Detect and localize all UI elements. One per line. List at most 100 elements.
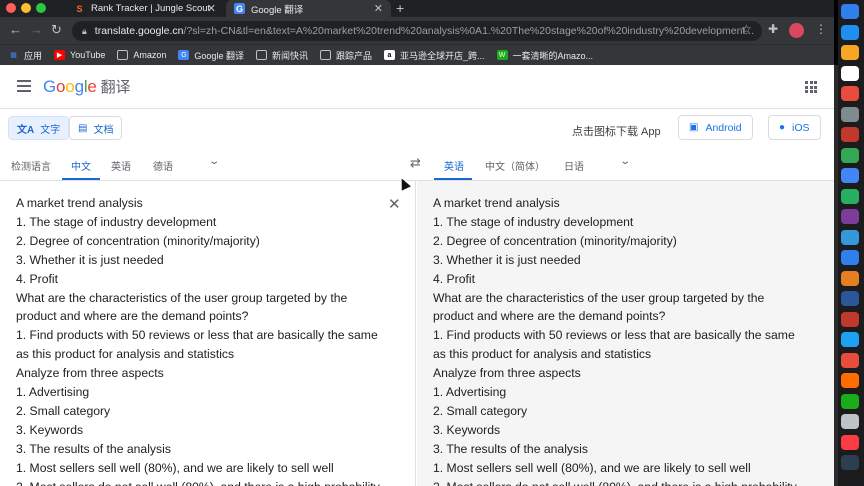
dock-app-icon[interactable] xyxy=(841,4,859,19)
source-text-panel[interactable]: A market trend analysis 1. The stage of i… xyxy=(0,181,416,486)
source-line: 2. Small category xyxy=(16,403,111,418)
dock-app-icon[interactable] xyxy=(841,373,859,388)
translate-icon: 文A xyxy=(17,124,35,136)
google-translate-logo[interactable]: Google 翻译 xyxy=(43,76,130,97)
apps-icon: ▦ xyxy=(10,52,17,59)
source-line: 3. Whether it is just needed xyxy=(16,252,164,267)
translation-line: 4. Profit xyxy=(433,271,475,286)
mode-bar: 文A 文字 ▤ 文档 点击图标下载 App ▣ Android ● iOS xyxy=(0,109,834,149)
target-more-languages-chevron-icon[interactable]: ⌄ xyxy=(619,156,631,167)
bookmark-star-icon[interactable]: ☆ xyxy=(741,22,752,36)
dock-app-icon[interactable] xyxy=(841,147,859,163)
bookmark-google-translate[interactable]: G Google 翻译 xyxy=(178,49,244,62)
source-lang-detect[interactable]: 检测语言 xyxy=(11,158,51,173)
url-path: /?sl=zh-CN&tl=en&text=A%20market%20trend… xyxy=(183,25,755,37)
dock-app-icon[interactable] xyxy=(841,291,859,306)
forward-arrow-icon[interactable]: → xyxy=(30,22,43,38)
clear-source-text-icon[interactable]: ✕ xyxy=(388,195,401,213)
reload-icon[interactable]: ↻ xyxy=(51,22,62,38)
ios-app-button[interactable]: ● iOS xyxy=(768,115,821,140)
dock-app-icon[interactable] xyxy=(841,311,859,327)
chrome-menu-icon[interactable]: ⋮ xyxy=(815,22,827,36)
target-lang-chinese-simplified[interactable]: 中文（简体） xyxy=(485,158,545,173)
document-mode-button[interactable]: ▤ 文档 xyxy=(69,116,123,140)
dock-app-icon[interactable] xyxy=(841,352,859,368)
google-logo-word: Google xyxy=(43,77,97,96)
translation-line: 2. Small category xyxy=(433,403,528,418)
translation-output-panel: A market trend analysis 1. The stage of i… xyxy=(417,181,834,486)
dock-app-icon[interactable] xyxy=(841,45,859,60)
address-bar[interactable]: 🔒︎ translate.google.cn /?sl=zh-CN&tl=en&… xyxy=(72,21,762,41)
translation-line: A market trend analysis xyxy=(433,196,560,210)
profile-avatar[interactable] xyxy=(789,23,804,38)
translation-line: 2. Most sellers do not sell well (80%), … xyxy=(433,478,805,486)
dock-app-icon[interactable] xyxy=(841,393,859,409)
source-line: 3. Keywords xyxy=(16,422,84,437)
bookmark-apps[interactable]: ▦ 应用 xyxy=(8,49,42,62)
bookmark-news-folder[interactable]: 新闻快讯 xyxy=(255,49,308,62)
dock-app-icon[interactable] xyxy=(841,270,859,286)
dock-app-icon[interactable] xyxy=(841,65,859,81)
google-translate-page: Google 翻译 文A 文字 ▤ 文档 点击图标下载 App ▣ Android… xyxy=(0,65,834,486)
target-lang-english[interactable]: 英语 xyxy=(444,158,464,173)
translation-line: 1. Most sellers sell well (80%), and we … xyxy=(433,460,751,475)
tab-rank-tracker[interactable]: S Rank Tracker | Jungle Scout ✕ xyxy=(66,0,224,17)
source-more-languages-chevron-icon[interactable]: ⌄ xyxy=(208,156,220,167)
amazon-icon: a xyxy=(383,50,395,60)
target-lang-japanese[interactable]: 日语 xyxy=(564,158,584,173)
dock-app-icon[interactable] xyxy=(841,188,859,204)
translation-line: 1. The stage of industry development xyxy=(433,214,634,229)
tab-google-translate[interactable]: G Google 翻译 ✕ xyxy=(226,0,391,17)
source-line: 4. Profit xyxy=(16,271,58,286)
source-line: 2. Most sellers do not sell well (80%), … xyxy=(16,478,386,486)
extensions-puzzle-icon[interactable]: ✚ xyxy=(768,22,778,36)
google-apps-icon[interactable] xyxy=(805,81,817,93)
document-icon: ▤ xyxy=(78,122,88,134)
swap-languages-icon[interactable]: ⇄ xyxy=(410,155,421,171)
google-translate-icon: G xyxy=(178,50,190,60)
source-line: A market trend analysis xyxy=(16,196,143,210)
tab-title: Google 翻译 xyxy=(251,4,304,16)
bookmark-tracking-folder[interactable]: 跟踪产品 xyxy=(319,49,372,62)
language-bar: 检测语言 中文 英语 德语 ⌄ ⇄ 英语 中文（简体） 日语 ⌄ xyxy=(0,149,834,181)
back-arrow-icon[interactable]: ← xyxy=(9,22,22,38)
source-lang-chinese[interactable]: 中文 xyxy=(71,158,91,173)
dock-app-icon[interactable] xyxy=(841,168,859,183)
source-lang-german[interactable]: 德语 xyxy=(153,158,173,173)
translation-line: product and where are the demand points? xyxy=(433,309,666,324)
logo-suffix: 翻译 xyxy=(100,79,131,96)
dock-app-icon[interactable] xyxy=(841,434,859,450)
apple-icon: ● xyxy=(779,122,786,133)
bookmark-amazon-guide[interactable]: W 一套清晰的Amazo... xyxy=(496,49,593,62)
translation-line: What are the characteristics of the user… xyxy=(433,290,765,305)
dock-app-icon[interactable] xyxy=(841,209,859,224)
dock-app-icon[interactable] xyxy=(841,106,859,122)
dock-app-icon[interactable] xyxy=(841,24,859,40)
new-tab-button[interactable]: + xyxy=(396,0,404,16)
source-lang-english[interactable]: 英语 xyxy=(111,158,131,173)
bookmark-youtube[interactable]: ▶ YouTube xyxy=(54,50,105,60)
dock-app-icon[interactable] xyxy=(841,414,859,429)
android-app-button[interactable]: ▣ Android xyxy=(678,115,753,140)
source-line: 1. The stage of industry development xyxy=(16,214,217,229)
dock-app-icon[interactable] xyxy=(841,229,859,245)
site-header: Google 翻译 xyxy=(0,65,834,109)
bookmark-amazon-folder[interactable]: Amazon xyxy=(117,50,166,60)
window-zoom-button[interactable] xyxy=(36,3,46,13)
dock-app-icon[interactable] xyxy=(841,455,859,470)
window-close-button[interactable] xyxy=(6,3,16,13)
dock-app-icon[interactable] xyxy=(841,332,859,347)
bookmark-amazon-global[interactable]: a 亚马逊全球开店_跨... xyxy=(383,49,485,62)
dock-app-icon[interactable] xyxy=(841,86,859,101)
main-menu-icon[interactable] xyxy=(17,80,31,92)
text-mode-button[interactable]: 文A 文字 xyxy=(8,116,70,140)
dock-app-icon[interactable] xyxy=(841,250,859,265)
close-tab-icon[interactable]: ✕ xyxy=(207,2,216,15)
dock-app-icon[interactable] xyxy=(841,127,859,142)
source-line: What are the characteristics of the user… xyxy=(16,290,348,305)
source-textarea[interactable]: A market trend analysis 1. The stage of i… xyxy=(16,194,386,486)
window-minimize-button[interactable] xyxy=(21,3,31,13)
translation-line: 1. Advertising xyxy=(433,385,507,400)
youtube-icon: ▶ xyxy=(54,50,66,60)
close-tab-icon[interactable]: ✕ xyxy=(374,2,383,15)
